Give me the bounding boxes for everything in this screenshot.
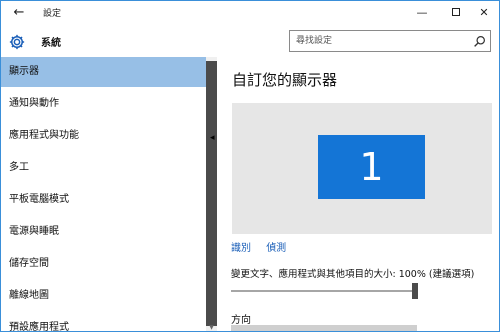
orientation-label: 方向 bbox=[231, 315, 251, 326]
sidebar-item-notifications[interactable]: 通知與動作 bbox=[1, 89, 206, 119]
main-content: 自訂您的顯示器 1 識別 偵測 變更文字、應用程式與其他項目的大小: 100% … bbox=[217, 57, 499, 331]
sidebar-item-power[interactable]: 電源與睡眠 bbox=[1, 217, 206, 247]
display-arrangement-panel: 1 bbox=[232, 103, 492, 234]
title-bar: ← 設定 — ✕ bbox=[1, 1, 499, 25]
mouse-cursor-icon: ◂ bbox=[210, 133, 215, 143]
scale-label: 變更文字、應用程式與其他項目的大小: 100% (建議選項) bbox=[231, 269, 475, 280]
sidebar-item-label: 平板電腦模式 bbox=[9, 194, 69, 205]
header-row: 系統 bbox=[1, 25, 499, 57]
sidebar-item-label: 顯示器 bbox=[9, 66, 39, 77]
gear-icon bbox=[9, 34, 25, 50]
section-title: 系統 bbox=[41, 38, 61, 49]
sidebar-item-storage[interactable]: 儲存空間 bbox=[1, 249, 206, 279]
sidebar-scrollbar-thumb[interactable] bbox=[206, 61, 217, 326]
sidebar-item-default-apps[interactable]: 預設應用程式 bbox=[1, 313, 206, 332]
identify-link[interactable]: 識別 bbox=[231, 243, 251, 254]
minimize-button[interactable]: — bbox=[407, 1, 437, 25]
sidebar-item-tablet-mode[interactable]: 平板電腦模式 bbox=[1, 185, 206, 215]
sidebar-item-display[interactable]: 顯示器 bbox=[1, 57, 206, 87]
sidebar-item-label: 電源與睡眠 bbox=[9, 226, 59, 237]
scale-slider-thumb[interactable] bbox=[412, 283, 418, 299]
monitor-tile[interactable]: 1 bbox=[318, 135, 425, 199]
maximize-button[interactable] bbox=[441, 1, 471, 25]
window-title: 設定 bbox=[43, 9, 62, 19]
display-links: 識別 偵測 bbox=[231, 239, 298, 254]
orientation-dropdown[interactable] bbox=[231, 325, 417, 331]
scale-slider-track[interactable] bbox=[231, 290, 415, 292]
search-input[interactable] bbox=[296, 34, 461, 48]
sidebar-item-offline-maps[interactable]: 離線地圖 bbox=[1, 281, 206, 311]
search-icon[interactable] bbox=[473, 35, 486, 48]
page-title: 自訂您的顯示器 bbox=[232, 71, 338, 89]
close-icon: ✕ bbox=[479, 6, 489, 19]
sidebar-item-label: 多工 bbox=[9, 162, 29, 173]
scroll-down-icon[interactable]: ▼ bbox=[206, 323, 217, 331]
maximize-icon bbox=[452, 8, 460, 16]
sidebar-item-multitasking[interactable]: 多工 bbox=[1, 153, 206, 183]
sidebar-item-label: 預設應用程式 bbox=[9, 322, 69, 332]
sidebar-item-apps[interactable]: 應用程式與功能 bbox=[1, 121, 206, 151]
back-button[interactable]: ← bbox=[11, 5, 27, 21]
sidebar-item-label: 通知與動作 bbox=[9, 98, 59, 109]
arrow-left-icon: ← bbox=[13, 5, 25, 20]
settings-window: ← 設定 — ✕ 系統 尋找設定 顯示器 通知與動作 應用程式與功能 多工 平板… bbox=[0, 0, 500, 332]
sidebar-item-label: 儲存空間 bbox=[9, 258, 49, 269]
close-button[interactable]: ✕ bbox=[469, 1, 499, 25]
sidebar-item-label: 應用程式與功能 bbox=[9, 130, 79, 141]
minimize-icon: — bbox=[416, 6, 428, 19]
search-box[interactable] bbox=[289, 30, 491, 52]
sidebar: 顯示器 通知與動作 應用程式與功能 多工 平板電腦模式 電源與睡眠 儲存空間 離… bbox=[1, 57, 217, 332]
detect-link[interactable]: 偵測 bbox=[266, 243, 286, 254]
sidebar-item-label: 離線地圖 bbox=[9, 290, 49, 301]
